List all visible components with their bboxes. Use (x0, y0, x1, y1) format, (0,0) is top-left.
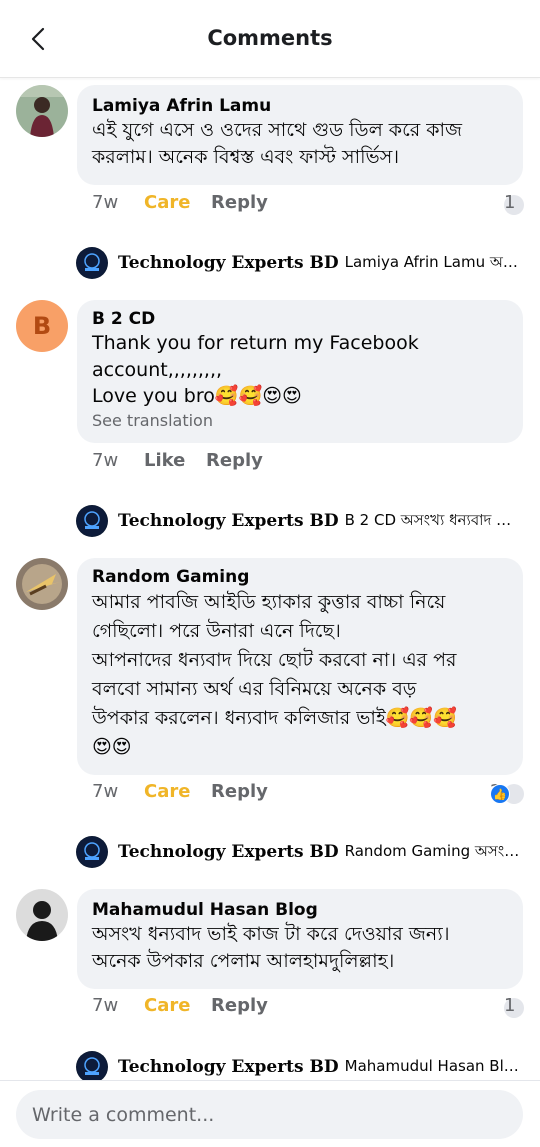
reaction-count[interactable]: 2 👍 (490, 781, 524, 807)
comment-bubble[interactable]: Lamiya Afrin Lamu এই যুগে এসে ও ওদের সাথ… (77, 85, 523, 185)
comment-actions: 7w Care Reply 1 (76, 192, 526, 218)
comment-text: Thank you for return my Facebook account… (92, 332, 419, 407)
reply-button[interactable]: Reply (206, 450, 263, 471)
comment-actions: 7w Care Reply 2 👍 (76, 781, 526, 807)
reply-button[interactable]: Reply (211, 995, 268, 1016)
page-logo-icon (76, 505, 108, 537)
reply-author: Technology Experts BD (118, 253, 339, 273)
page-logo-icon (76, 836, 108, 868)
care-reaction-button[interactable]: Care (144, 781, 190, 802)
comment-time[interactable]: 7w (92, 450, 118, 471)
reply-author: Technology Experts BD (118, 511, 339, 531)
comment-author[interactable]: Mahamudul Hasan Blog (92, 899, 509, 921)
reply-preview[interactable]: Technology Experts BD B 2 CD অসংখ্য ধন্য… (76, 505, 526, 537)
comment-bubble[interactable]: B 2 CD Thank you for return my Facebook … (77, 300, 523, 443)
comment-bubble[interactable]: Mahamudul Hasan Blog অসংখ ধন্যবাদ ভাই কা… (77, 889, 523, 989)
page-logo-icon (76, 247, 108, 279)
avatar[interactable] (16, 85, 68, 137)
comment-actions: 7w Care Reply 1 (76, 995, 526, 1021)
reply-preview[interactable]: Technology Experts BD Mahamudul Hasan Bl… (76, 1051, 526, 1083)
comment-author[interactable]: Lamiya Afrin Lamu (92, 95, 509, 117)
reply-button[interactable]: Reply (211, 781, 268, 802)
reaction-count-number: 1 (504, 192, 516, 213)
like-button[interactable]: Like (144, 450, 185, 471)
comment-time[interactable]: 7w (92, 192, 118, 213)
top-bar: Comments (0, 0, 540, 78)
reaction-count[interactable]: 1 (504, 995, 524, 1021)
comment-bubble[interactable]: Random Gaming আমার পাবজি আইডি হ্যাকার কু… (77, 558, 523, 775)
reply-preview[interactable]: Technology Experts BD Random Gaming অসংখ… (76, 836, 526, 868)
comment-time[interactable]: 7w (92, 995, 118, 1016)
comment-time[interactable]: 7w (92, 781, 118, 802)
like-reaction-icon: 👍 (490, 784, 510, 804)
care-reaction-button[interactable]: Care (144, 995, 190, 1016)
reply-button[interactable]: Reply (211, 192, 268, 213)
comment-author[interactable]: Random Gaming (92, 566, 509, 588)
reply-text: Lamiya Afrin Lamu অসংখ্য ... (344, 252, 526, 271)
comment-composer (0, 1080, 540, 1147)
see-translation-link[interactable]: See translation (92, 410, 509, 432)
reaction-count-number: 1 (504, 995, 516, 1016)
comment-text: এই যুগে এসে ও ওদের সাথে গুড ডিল করে কাজ … (92, 119, 462, 168)
reply-author: Technology Experts BD (118, 842, 339, 862)
reply-text: Mahamudul Hasan Blog অ... (344, 1056, 526, 1075)
comment-text: আমার পাবজি আইডি হ্যাকার কুত্তার বাচ্চা ন… (92, 591, 457, 758)
avatar-letter: B (32, 312, 52, 340)
care-reaction-button[interactable]: Care (144, 192, 190, 213)
avatar[interactable] (16, 558, 68, 610)
reaction-count[interactable]: 1 (504, 192, 524, 218)
reply-text: B 2 CD অসংখ্য ধন্যবাদ স্যার/... (344, 510, 526, 529)
avatar[interactable] (16, 889, 68, 941)
avatar[interactable]: B (16, 300, 68, 352)
page-logo-icon (76, 1051, 108, 1083)
comment-text: অসংখ ধন্যবাদ ভাই কাজ টা করে দেওয়ার জন্য… (92, 923, 450, 972)
comment-actions: 7w Like Reply (76, 450, 526, 476)
reply-preview[interactable]: Technology Experts BD Lamiya Afrin Lamu … (76, 247, 526, 279)
reply-author: Technology Experts BD (118, 1057, 339, 1077)
reply-text: Random Gaming অসংখ্য ধ... (344, 841, 526, 860)
comment-author[interactable]: B 2 CD (92, 308, 509, 330)
page-title: Comments (207, 26, 333, 50)
comment-input[interactable] (16, 1090, 523, 1139)
